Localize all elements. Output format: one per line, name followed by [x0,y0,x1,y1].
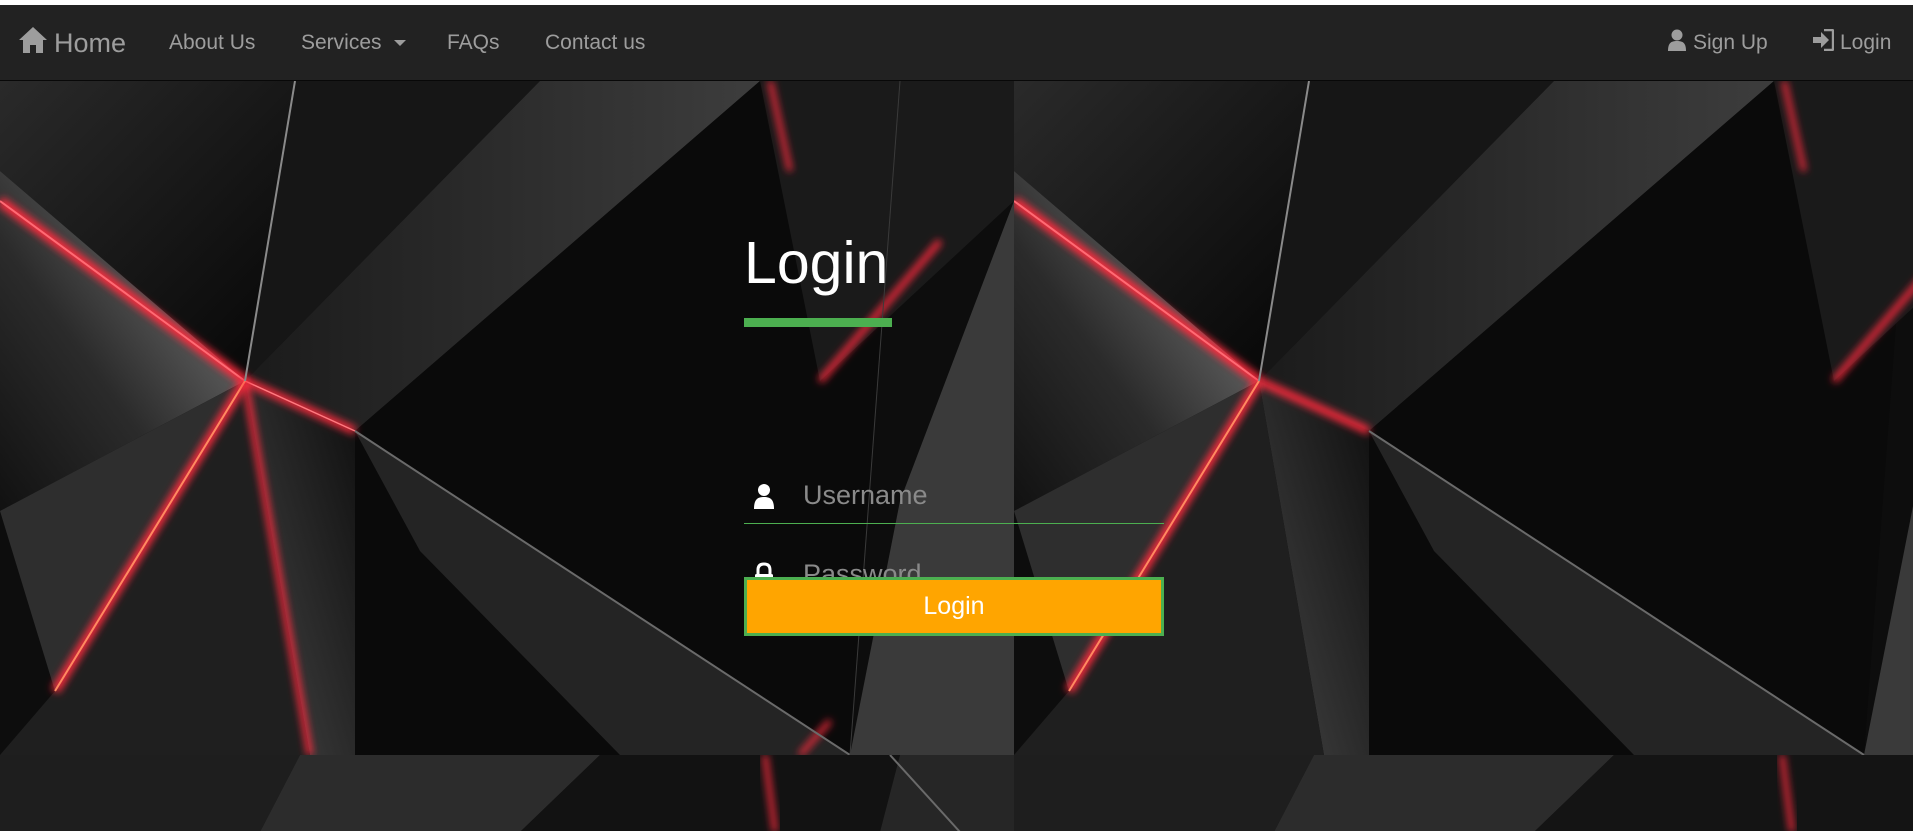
background-image [0,81,1014,755]
login-icon [1812,28,1835,57]
nav-contact-us[interactable]: Contact us [545,5,645,81]
nav-about-us[interactable]: About Us [169,5,255,81]
user-icon [744,483,784,509]
user-icon [1667,29,1687,57]
hero-section: Login Login [0,81,1913,755]
top-navbar: Home About Us Services FAQs Contact us S… [0,5,1913,81]
nav-faqs-label: FAQs [447,31,500,54]
username-field [744,468,1164,524]
title-underline [744,318,892,327]
login-title: Login [744,230,889,296]
nav-home-label: Home [54,27,127,58]
username-input[interactable] [801,479,1155,512]
nav-contact-us-label: Contact us [545,31,646,54]
nav-services-dropdown[interactable]: Services [301,5,406,81]
nav-services-label: Services [301,31,382,54]
background-strip [0,755,1913,832]
nav-faqs[interactable]: FAQs [447,5,500,81]
home-icon [18,26,48,61]
background-image [1014,81,1913,755]
login-submit-button[interactable]: Login [744,577,1164,636]
nav-login-label: Login [1840,31,1892,54]
nav-sign-up-label: Sign Up [1693,31,1768,54]
nav-login[interactable]: Login [1812,5,1891,81]
caret-down-icon [393,40,406,46]
nav-about-us-label: About Us [169,31,256,54]
nav-home-link[interactable]: Home [18,5,126,81]
nav-sign-up[interactable]: Sign Up [1667,5,1768,81]
